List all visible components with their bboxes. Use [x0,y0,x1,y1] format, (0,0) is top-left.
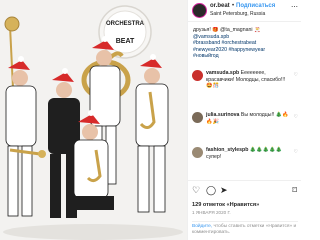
caption-line[interactable]: #новыйгод [193,53,297,60]
band-photo-illustration: ORCHESTRA BEAT [0,0,187,240]
likes-count[interactable]: 129 отметок «Нравится» [192,202,259,208]
comment-like-icon[interactable]: ♡ [294,149,298,155]
author-avatar[interactable] [192,3,207,18]
commenter-username[interactable]: vamsuda.spb [206,70,239,76]
comment-bubble-icon[interactable]: ◯ [206,185,216,195]
separator-dot: • [232,3,235,9]
login-prompt: Войдите, чтобы ставить отметки «Нравится… [192,221,298,236]
more-options-icon[interactable]: ⋯ [291,3,298,11]
save-bookmark-icon[interactable]: ⌑ [292,185,297,195]
post-header: or.beat • Подписаться Saint Petersburg, … [188,0,301,22]
caption-line[interactable]: #brassband #orchestrabeat [193,40,297,47]
author-username[interactable]: or.beat [210,3,230,9]
login-link[interactable]: Войдите, [192,224,212,229]
caption-line[interactable]: #newyear2020 #happynewyear [193,47,297,54]
commenter-username[interactable]: fashion_stylespb [206,147,248,153]
post-caption: друзья! 🎁 @ta_magnani 🎅 @vamsuda.spb #br… [193,27,297,60]
post-actions: ♡ ◯ ➤ ⌑ [188,180,301,200]
commenter-avatar[interactable] [192,112,203,123]
commenter-avatar[interactable] [192,70,203,81]
drum-text-top: ORCHESTRA [106,21,145,27]
comment-like-icon[interactable]: ♡ [294,114,298,120]
like-heart-icon[interactable]: ♡ [192,185,200,195]
caption-line[interactable]: @vamsuda.spb [193,34,297,41]
commenter-username[interactable]: julia.surinova [206,112,239,118]
post-photo[interactable]: ORCHESTRA BEAT [0,0,187,240]
post-location[interactable]: Saint Petersburg, Russia [210,11,265,17]
post-sidebar: or.beat • Подписаться Saint Petersburg, … [187,0,301,240]
commenter-avatar[interactable] [192,147,203,158]
comment-like-icon[interactable]: ♡ [294,72,298,78]
caption-line: друзья! 🎁 @ta_magnani 🎅 [193,27,261,33]
share-icon[interactable]: ➤ [220,185,228,195]
follow-button[interactable]: Подписаться [236,3,275,9]
drum-text-bottom: BEAT [116,38,135,45]
instagram-post: ORCHESTRA BEAT or.beat • Подписаться Sai… [0,0,301,240]
post-date: 1 ЯНВАРЯ 2020 Г. [192,210,231,215]
